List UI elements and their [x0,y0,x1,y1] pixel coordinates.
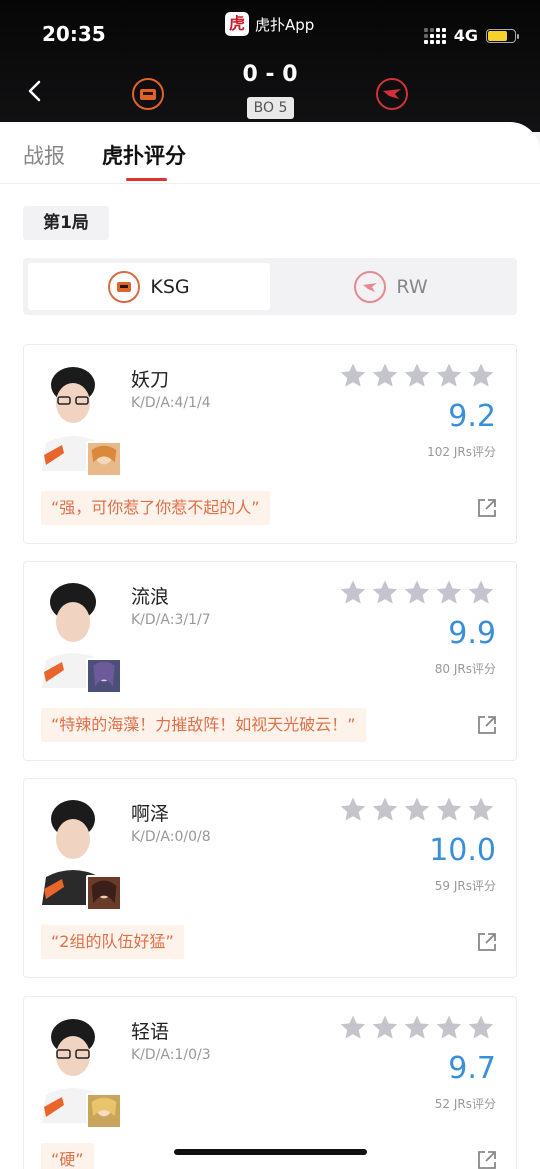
hero-portrait [86,441,122,477]
team-switcher: KSG RW [23,258,517,315]
player-name: 啊泽 [131,803,170,825]
star-icon[interactable] [466,1013,496,1043]
star-icon[interactable] [338,361,368,391]
star-icon[interactable] [466,361,496,391]
hero-portrait [86,1093,122,1129]
player-kda: K/D/A:3/1/7 [131,612,211,628]
team-tab-rw[interactable]: RW [270,263,512,310]
hero-portrait [86,875,122,911]
rating-stars[interactable] [338,578,496,608]
player-name: 轻语 [131,1021,170,1043]
vote-count: 59 JRs评分 [434,879,496,893]
star-icon[interactable] [434,1013,464,1043]
network-type: 4G [453,26,478,45]
player-comment[interactable]: “强，可你惹了你惹不起的人” [41,491,270,525]
star-icon[interactable] [434,361,464,391]
star-icon[interactable] [402,795,432,825]
player-card[interactable]: 啊泽 K/D/A:0/0/8 10.0 59 JRs评分 “2组的队伍好猛” [23,778,517,978]
match-score: 0 - 0 [242,62,298,87]
player-score: 9.7 [448,1051,496,1086]
player-score: 9.2 [448,399,496,434]
hero-portrait [86,658,122,694]
player-name: 流浪 [131,586,170,608]
player-comment[interactable]: “2组的队伍好猛” [41,925,184,959]
player-card[interactable]: 流浪 K/D/A:3/1/7 9.9 80 JRs评分 “特辣的海藻！力摧敌阵！… [23,561,517,761]
star-icon[interactable] [338,795,368,825]
team-name: RW [396,275,428,298]
team-tab-ksg[interactable]: KSG [28,263,270,310]
player-card[interactable]: 轻语 K/D/A:1/0/3 9.7 52 JRs评分 “硬” [23,996,517,1169]
star-icon[interactable] [402,1013,432,1043]
share-icon[interactable] [476,931,498,953]
player-comment[interactable]: “特辣的海藻！力摧敌阵！如视天光破云！” [41,708,366,742]
player-kda: K/D/A:1/0/3 [131,1047,211,1063]
match-format: BO 5 [247,97,294,119]
player-kda: K/D/A:4/1/4 [131,395,211,411]
player-kda: K/D/A:0/0/8 [131,829,211,845]
rating-stars[interactable] [338,361,496,391]
status-indicators: 4G [423,26,519,45]
tab-bar: 战报 虎扑评分 [0,122,540,184]
app-name: 虎扑App [255,15,315,34]
content-panel: 战报 虎扑评分 第1局 KSG RW 妖刀 K/D/A:4/1/4 9.2 10… [0,122,540,1169]
battery-icon [486,28,519,43]
tab-rating[interactable]: 虎扑评分 [102,140,186,170]
vote-count: 80 JRs评分 [434,662,496,676]
star-icon[interactable] [370,795,400,825]
player-score: 10.0 [429,833,496,868]
app-badge: 虎 虎扑App [225,12,314,36]
vote-count: 102 JRs评分 [427,445,496,459]
app-logo-icon: 虎 [225,12,249,36]
status-time: 20:35 [42,22,106,46]
player-name: 妖刀 [131,369,170,391]
star-icon[interactable] [338,578,368,608]
team-name: KSG [150,275,190,298]
star-icon[interactable] [370,578,400,608]
player-comment[interactable]: “硬” [41,1143,94,1169]
star-icon[interactable] [370,1013,400,1043]
vote-count: 52 JRs评分 [434,1097,496,1111]
rw-badge-icon [354,270,387,303]
rating-stars[interactable] [338,795,496,825]
star-icon[interactable] [402,578,432,608]
player-card[interactable]: 妖刀 K/D/A:4/1/4 9.2 102 JRs评分 “强，可你惹了你惹不起… [23,344,517,544]
star-icon[interactable] [466,578,496,608]
star-icon[interactable] [434,795,464,825]
share-icon[interactable] [476,1149,498,1169]
share-icon[interactable] [476,714,498,736]
signal-icon [423,27,446,44]
star-icon[interactable] [402,361,432,391]
home-indicator[interactable] [174,1149,367,1155]
active-tab-indicator [126,178,167,181]
star-icon[interactable] [370,361,400,391]
tab-report[interactable]: 战报 [23,140,65,170]
star-icon[interactable] [434,578,464,608]
rw-logo-icon [376,78,408,110]
star-icon[interactable] [338,1013,368,1043]
player-score: 9.9 [448,616,496,651]
rating-stars[interactable] [338,1013,496,1043]
match-header: 20:35 虎 虎扑App 4G 0 - 0 BO 5 [0,0,540,132]
share-icon[interactable] [476,497,498,519]
round-label[interactable]: 第1局 [23,206,109,240]
star-icon[interactable] [466,795,496,825]
ksg-badge-icon [108,270,141,303]
